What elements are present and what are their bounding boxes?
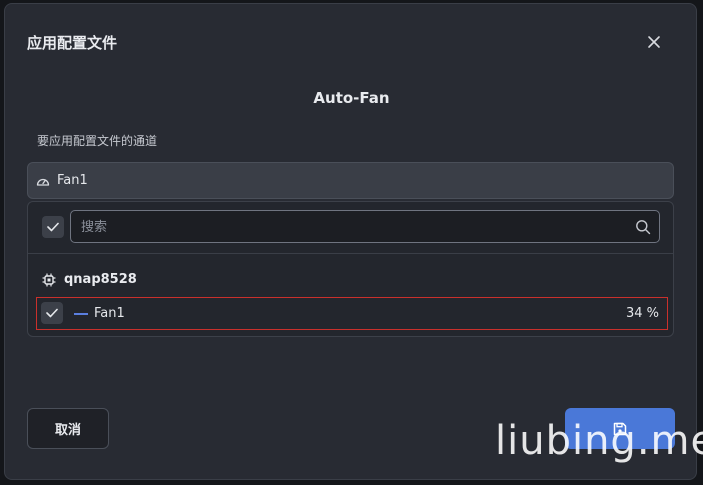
gauge-icon xyxy=(36,175,50,187)
profile-name: Auto-Fan xyxy=(313,89,390,107)
channel-checkbox[interactable] xyxy=(41,302,63,324)
search-box xyxy=(70,210,660,244)
close-icon xyxy=(648,36,660,48)
channel-row[interactable]: Fan1 34 % xyxy=(36,297,668,330)
channels-field-label: 要应用配置文件的通道 xyxy=(37,134,158,148)
dialog-title: 应用配置文件 xyxy=(27,34,118,52)
device-name: qnap8528 xyxy=(64,272,137,287)
series-color-line xyxy=(74,313,88,315)
select-all-checkbox[interactable] xyxy=(42,216,64,238)
check-icon xyxy=(46,308,58,318)
close-button[interactable] xyxy=(642,30,666,54)
channel-name: Fan1 xyxy=(94,306,125,321)
watermark: liubing.me xyxy=(495,418,703,464)
search-icon[interactable] xyxy=(635,219,651,235)
channel-value: 34 % xyxy=(625,306,659,321)
search-input[interactable] xyxy=(79,211,623,244)
chip-icon xyxy=(42,272,56,287)
device-group-header: qnap8528 xyxy=(42,272,137,287)
dropdown-divider xyxy=(28,253,673,254)
selected-channel: Fan1 xyxy=(57,173,88,188)
check-icon xyxy=(47,222,59,232)
channel-select[interactable]: Fan1 xyxy=(27,162,674,199)
channel-dropdown: qnap8528 Fan1 34 % xyxy=(27,201,674,337)
cancel-button[interactable]: 取消 xyxy=(27,408,109,449)
apply-profile-dialog: 应用配置文件 Auto-Fan 要应用配置文件的通道 Fan1 搜索 qnap8… xyxy=(4,3,697,480)
